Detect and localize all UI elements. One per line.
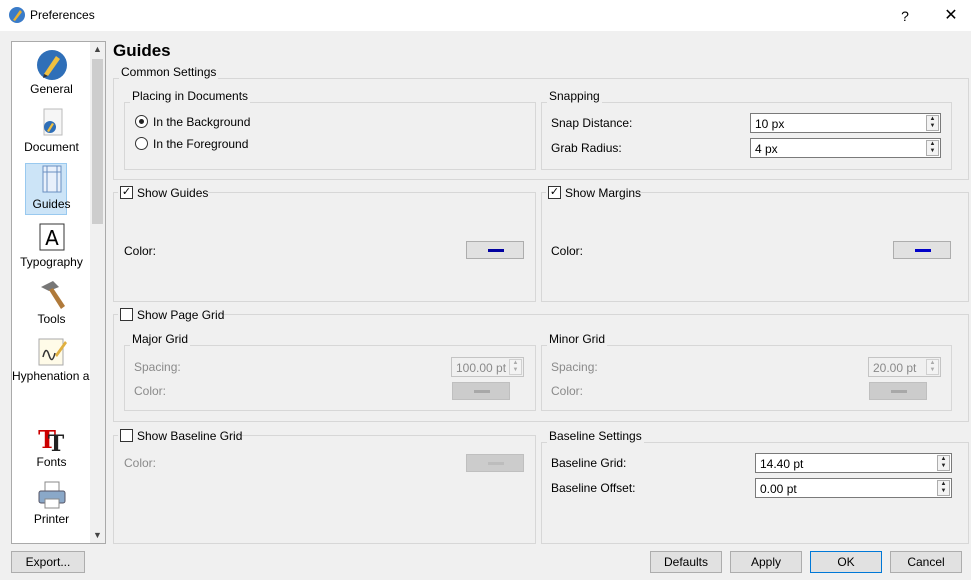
sidebar-scrollbar[interactable]: ▲ ▼ bbox=[90, 42, 105, 543]
color-swatch bbox=[915, 249, 931, 252]
major-color-button[interactable] bbox=[452, 382, 510, 400]
show-margins-checkbox[interactable]: ✓ bbox=[548, 186, 561, 199]
window-title: Preferences bbox=[30, 8, 95, 22]
sidebar-item-general[interactable]: General bbox=[12, 48, 91, 96]
spin-arrows-icon[interactable]: ▲ ▼ bbox=[937, 480, 950, 496]
baseline-offset-label: Baseline Offset: bbox=[551, 481, 636, 495]
color-swatch bbox=[488, 249, 504, 252]
printer-icon bbox=[38, 481, 65, 509]
help-button[interactable]: ? bbox=[890, 4, 920, 28]
color-swatch bbox=[891, 390, 907, 393]
placing-group bbox=[124, 102, 536, 170]
spin-arrows-icon[interactable]: ▲ ▼ bbox=[509, 359, 522, 375]
spin-arrows-icon[interactable]: ▲ ▼ bbox=[926, 140, 939, 156]
baseline-color-button[interactable] bbox=[466, 454, 524, 472]
defaults-button[interactable]: Defaults bbox=[650, 551, 722, 573]
ok-button[interactable]: OK bbox=[810, 551, 882, 573]
major-spacing-spinbox[interactable]: 100.00 pt ▲ ▼ bbox=[451, 357, 524, 377]
svg-text:T: T bbox=[47, 431, 64, 455]
pen-nib-icon bbox=[36, 50, 67, 80]
show-guides-label[interactable]: Show Guides bbox=[137, 186, 208, 200]
snapping-title: Snapping bbox=[547, 89, 602, 103]
guides-icon bbox=[42, 165, 61, 193]
show-page-grid-label[interactable]: Show Page Grid bbox=[137, 308, 224, 322]
sidebar-item-fonts[interactable]: T T Fonts bbox=[12, 421, 91, 469]
scroll-down-icon[interactable]: ▼ bbox=[90, 528, 105, 543]
major-color-label: Color: bbox=[134, 384, 167, 398]
app-icon bbox=[9, 7, 25, 23]
spin-arrows-icon[interactable]: ▲ ▼ bbox=[937, 455, 950, 471]
minor-color-button[interactable] bbox=[869, 382, 927, 400]
minor-grid-title: Minor Grid bbox=[547, 332, 608, 346]
category-list[interactable]: General Document Guides A Typography Too… bbox=[11, 41, 106, 544]
common-settings-title: Common Settings bbox=[119, 65, 219, 79]
sidebar-item-typography[interactable]: A Typography bbox=[12, 221, 91, 269]
major-grid-group bbox=[124, 345, 536, 411]
baseline-grid-spinbox[interactable]: 14.40 pt ▲ ▼ bbox=[755, 453, 952, 473]
show-margins-label[interactable]: Show Margins bbox=[565, 186, 641, 200]
snap-distance-label: Snap Distance: bbox=[551, 116, 633, 130]
baseline-color-label: Color: bbox=[124, 456, 157, 470]
grab-radius-label: Grab Radius: bbox=[551, 141, 622, 155]
baseline-grid-group bbox=[113, 435, 536, 544]
radio-background[interactable] bbox=[135, 115, 148, 128]
snap-distance-spinbox[interactable]: 10 px ▲ ▼ bbox=[750, 113, 941, 133]
show-page-grid-checkbox[interactable] bbox=[120, 308, 133, 321]
minor-spacing-label: Spacing: bbox=[551, 360, 598, 374]
sidebar-item-hyphenation[interactable]: Hyphenation and Spelling bbox=[12, 335, 105, 383]
guides-color-label: Color: bbox=[124, 244, 157, 258]
baseline-grid-label: Baseline Grid: bbox=[551, 456, 627, 470]
radio-background-label[interactable]: In the Background bbox=[153, 115, 250, 129]
scroll-up-icon[interactable]: ▲ bbox=[90, 42, 105, 57]
close-button[interactable]: ✕ bbox=[936, 4, 966, 28]
scroll-thumb[interactable] bbox=[92, 59, 103, 224]
export-button[interactable]: Export... bbox=[11, 551, 85, 573]
show-baseline-grid-checkbox[interactable] bbox=[120, 429, 133, 442]
color-swatch bbox=[488, 462, 504, 465]
sidebar-item-document[interactable]: Document bbox=[12, 106, 91, 154]
show-guides-checkbox[interactable]: ✓ bbox=[120, 186, 133, 199]
page-title: Guides bbox=[113, 41, 171, 60]
guides-color-button[interactable] bbox=[466, 241, 524, 259]
margins-color-label: Color: bbox=[551, 244, 584, 258]
color-swatch bbox=[474, 390, 490, 393]
radio-foreground-label[interactable]: In the Foreground bbox=[153, 137, 248, 151]
baseline-settings-title: Baseline Settings bbox=[547, 429, 644, 443]
spin-arrows-icon[interactable]: ▲ ▼ bbox=[926, 115, 939, 131]
handwriting-icon bbox=[38, 338, 67, 366]
baseline-offset-spinbox[interactable]: 0.00 pt ▲ ▼ bbox=[755, 478, 952, 498]
margins-color-button[interactable] bbox=[893, 241, 951, 259]
cancel-button[interactable]: Cancel bbox=[890, 551, 962, 573]
placing-title: Placing in Documents bbox=[130, 89, 251, 103]
svg-text:A: A bbox=[45, 226, 59, 250]
minor-grid-group bbox=[541, 345, 952, 411]
sidebar-item-tools[interactable]: Tools bbox=[12, 278, 91, 326]
spin-arrows-icon[interactable]: ▲ ▼ bbox=[926, 359, 939, 375]
fonts-icon: T T bbox=[38, 425, 65, 455]
grab-radius-spinbox[interactable]: 4 px ▲ ▼ bbox=[750, 138, 941, 158]
major-grid-title: Major Grid bbox=[130, 332, 191, 346]
sidebar-item-printer[interactable]: Printer bbox=[12, 478, 91, 526]
major-spacing-label: Spacing: bbox=[134, 360, 181, 374]
letter-a-icon: A bbox=[39, 223, 64, 251]
minor-spacing-spinbox[interactable]: 20.00 pt ▲ ▼ bbox=[868, 357, 941, 377]
apply-button[interactable]: Apply bbox=[730, 551, 802, 573]
show-baseline-grid-label[interactable]: Show Baseline Grid bbox=[137, 429, 242, 443]
sidebar-item-guides[interactable]: Guides bbox=[12, 163, 91, 215]
document-icon bbox=[43, 108, 62, 136]
minor-color-label: Color: bbox=[551, 384, 584, 398]
radio-foreground[interactable] bbox=[135, 137, 148, 150]
hammer-icon bbox=[40, 281, 65, 309]
title-bar: Preferences ? ✕ bbox=[0, 0, 971, 31]
